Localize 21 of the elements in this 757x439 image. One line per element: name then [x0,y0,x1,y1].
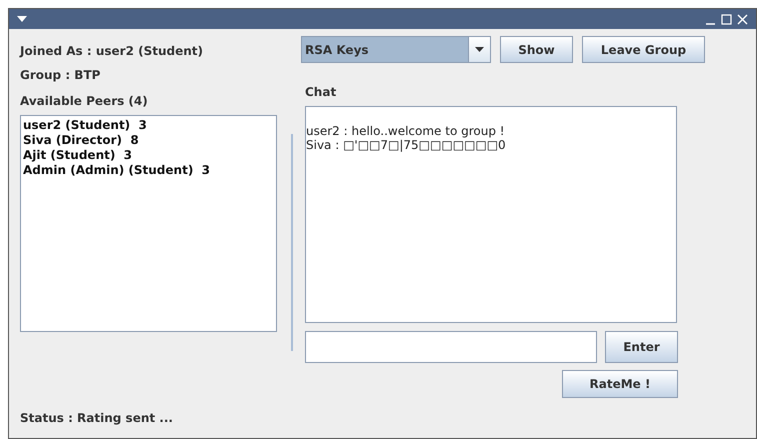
peer-item[interactable]: Admin (Admin) (Student) 3 [23,163,276,178]
key-select[interactable]: RSA Keys [301,36,491,63]
peers-label: Available Peers (4) [20,93,149,109]
close-icon[interactable] [737,14,748,24]
dropdown-caret-icon [475,47,484,52]
chat-label: Chat [305,84,338,100]
peer-item[interactable]: Siva (Director) 8 [23,133,276,148]
chat-message: Siva : □'□□7□|75□□□□□□□0 [306,138,507,152]
status-label: Status : Rating sent ... [20,410,174,426]
leave-group-button[interactable]: Leave Group [582,36,705,63]
message-input[interactable] [305,331,597,363]
joined-as-label: Joined As : user2 (Student) [20,43,204,59]
peer-item[interactable]: Ajit (Student) 3 [23,148,276,163]
group-label: Group : BTP [20,67,102,83]
show-button[interactable]: Show [500,36,573,63]
window-menu-icon[interactable] [17,16,27,22]
enter-button[interactable]: Enter [605,331,678,363]
chat-message: user2 : hello..welcome to group ! [306,124,506,138]
maximize-icon[interactable] [721,14,732,24]
peer-item[interactable]: user2 (Student) 3 [23,118,276,133]
rate-me-button[interactable]: RateMe ! [562,370,678,398]
